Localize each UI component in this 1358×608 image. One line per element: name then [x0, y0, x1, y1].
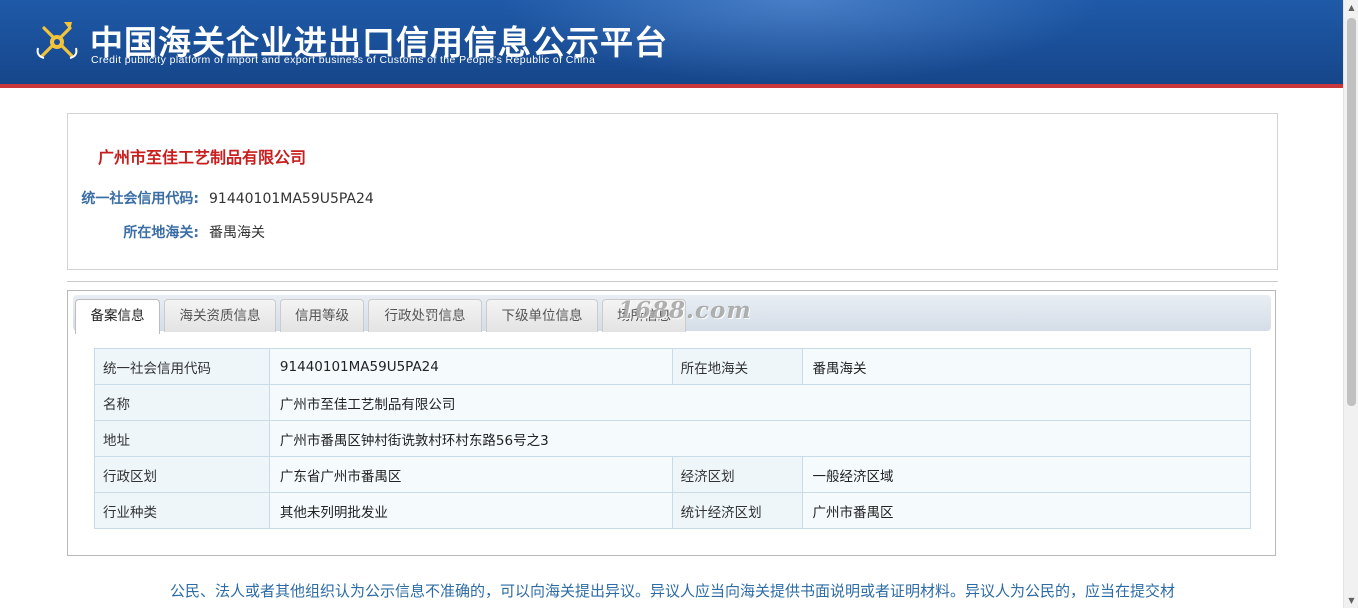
scrollbar-thumb[interactable]: [1347, 18, 1356, 406]
watermark: 1688.com: [618, 297, 752, 324]
stat-region-key: 统计经济区划: [671, 492, 803, 529]
customs-value: 番禺海关: [209, 225, 265, 241]
page: 中国海关企业进出口信用信息公示平台 Credit publicity platf…: [0, 0, 1343, 608]
customs-key: 所在地海关: [671, 348, 803, 385]
customs-label: 所在地海关:: [123, 225, 199, 241]
summary-customs: 所在地海关: 番禺海关: [68, 222, 265, 242]
name-cell: 广州市至佳工艺制品有限公司: [268, 384, 1252, 421]
customs-cell: 番禺海关: [801, 348, 1252, 385]
address-cell: 广州市番禺区钟村街诜敦村环村东路56号之3: [268, 420, 1252, 457]
econ-region-cell: 一般经济区域: [801, 456, 1252, 493]
econ-region-key: 经济区划: [671, 456, 803, 493]
filing-info-table: 统一社会信用代码 91440101MA59U5PA24 所在地海关 番禺海关 名…: [94, 348, 1252, 529]
admin-region-cell: 广东省广州市番禺区: [268, 456, 673, 493]
site-subtitle: Credit publicity platform of import and …: [91, 54, 596, 66]
industry-key: 行业种类: [94, 492, 270, 529]
info-panel: 备案信息 海关资质信息 信用等级 行政处罚信息 下级单位信息 场所信息 1688…: [67, 290, 1276, 556]
table-row: 名称 广州市至佳工艺制品有限公司: [94, 384, 1252, 421]
company-name: 广州市至佳工艺制品有限公司: [98, 148, 307, 167]
stat-region-cell: 广州市番禺区: [801, 492, 1252, 529]
industry-cell: 其他未列明批发业: [268, 492, 673, 529]
customs-emblem-icon: [36, 22, 78, 59]
credit-code-cell: 91440101MA59U5PA24: [268, 348, 673, 385]
vertical-scrollbar[interactable]: ▲ ▼: [1343, 0, 1358, 608]
name-key: 名称: [94, 384, 270, 421]
divider: [67, 281, 1278, 282]
admin-region-key: 行政区划: [94, 456, 270, 493]
objection-notice: 公民、法人或者其他组织认为公示信息不准确的，可以向海关提出异议。异议人应当向海关…: [169, 582, 1175, 600]
summary-credit-code: 统一社会信用代码: 91440101MA59U5PA24: [68, 188, 374, 208]
scroll-up-arrow-icon[interactable]: ▲: [1344, 0, 1358, 15]
tab-subordinate-units[interactable]: 下级单位信息: [486, 299, 598, 332]
scroll-down-arrow-icon[interactable]: ▼: [1344, 593, 1358, 608]
table-row: 行业种类 其他未列明批发业 统计经济区划 广州市番禺区: [94, 492, 1252, 529]
site-header: 中国海关企业进出口信用信息公示平台 Credit publicity platf…: [0, 0, 1343, 88]
table-row: 统一社会信用代码 91440101MA59U5PA24 所在地海关 番禺海关: [94, 348, 1252, 385]
tab-credit-rating[interactable]: 信用等级: [280, 299, 364, 332]
tab-bar: 备案信息 海关资质信息 信用等级 行政处罚信息 下级单位信息 场所信息 1688…: [73, 295, 1271, 334]
tab-customs-qualification[interactable]: 海关资质信息: [164, 299, 276, 332]
address-key: 地址: [94, 420, 270, 457]
tab-administrative-penalty[interactable]: 行政处罚信息: [368, 299, 482, 332]
company-summary: 广州市至佳工艺制品有限公司 统一社会信用代码: 91440101MA59U5PA2…: [67, 113, 1278, 270]
credit-code-label: 统一社会信用代码:: [81, 191, 199, 207]
table-row: 行政区划 广东省广州市番禺区 经济区划 一般经济区域: [94, 456, 1252, 493]
table-row: 地址 广州市番禺区钟村街诜敦村环村东路56号之3: [94, 420, 1252, 457]
tab-filing-info[interactable]: 备案信息: [75, 299, 160, 334]
credit-code-key: 统一社会信用代码: [94, 348, 270, 385]
credit-code-value: 91440101MA59U5PA24: [209, 191, 374, 207]
